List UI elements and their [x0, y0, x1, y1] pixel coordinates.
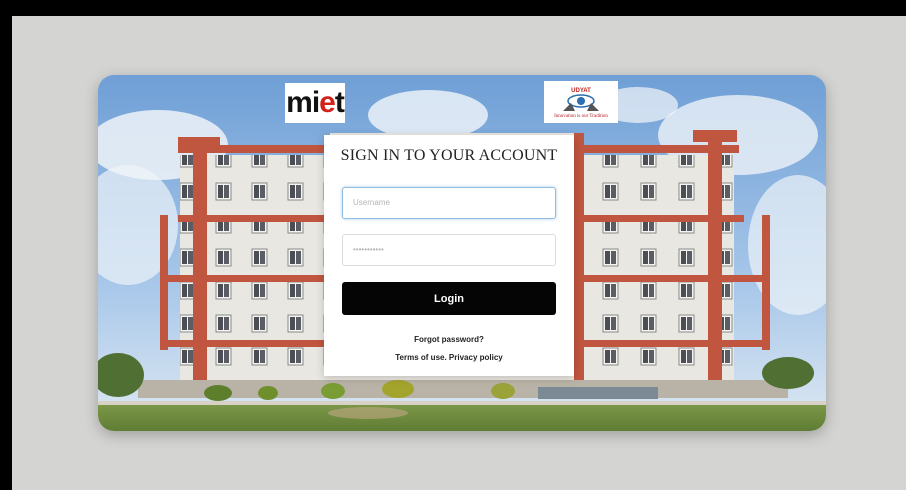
udyat-tagline: Innovation is our Tradition — [554, 114, 608, 119]
screen: mi e t UDYAT Innovation is our Tradition S… — [12, 16, 906, 490]
password-input[interactable]: ••••••••••• — [342, 234, 556, 266]
login-title: SIGN IN TO YOUR ACCOUNT — [340, 147, 558, 164]
terms-of-use-link[interactable]: Terms of use. — [395, 353, 446, 362]
udyat-logo: UDYAT Innovation is our Tradition — [544, 81, 618, 123]
logo-text-prefix: mi — [286, 86, 320, 119]
username-input[interactable]: Username — [342, 187, 556, 219]
login-card: SIGN IN TO YOUR ACCOUNT Username •••••••… — [324, 135, 574, 376]
udyat-name: UDYAT — [571, 88, 591, 94]
terms-privacy-row: Terms of use. Privacy policy — [324, 353, 574, 362]
hero-campus-image: mi e t UDYAT Innovation is our Tradition S… — [98, 75, 826, 431]
miet-logo: mi e t — [285, 83, 345, 123]
privacy-policy-link[interactable]: Privacy policy — [449, 353, 503, 362]
udyat-emblem-icon: UDYAT — [563, 88, 599, 111]
login-button[interactable]: Login — [342, 282, 556, 315]
logo-text-accent: e — [319, 86, 336, 119]
forgot-password-link[interactable]: Forgot password? — [324, 335, 574, 344]
logo-text-suffix: t — [334, 86, 345, 119]
